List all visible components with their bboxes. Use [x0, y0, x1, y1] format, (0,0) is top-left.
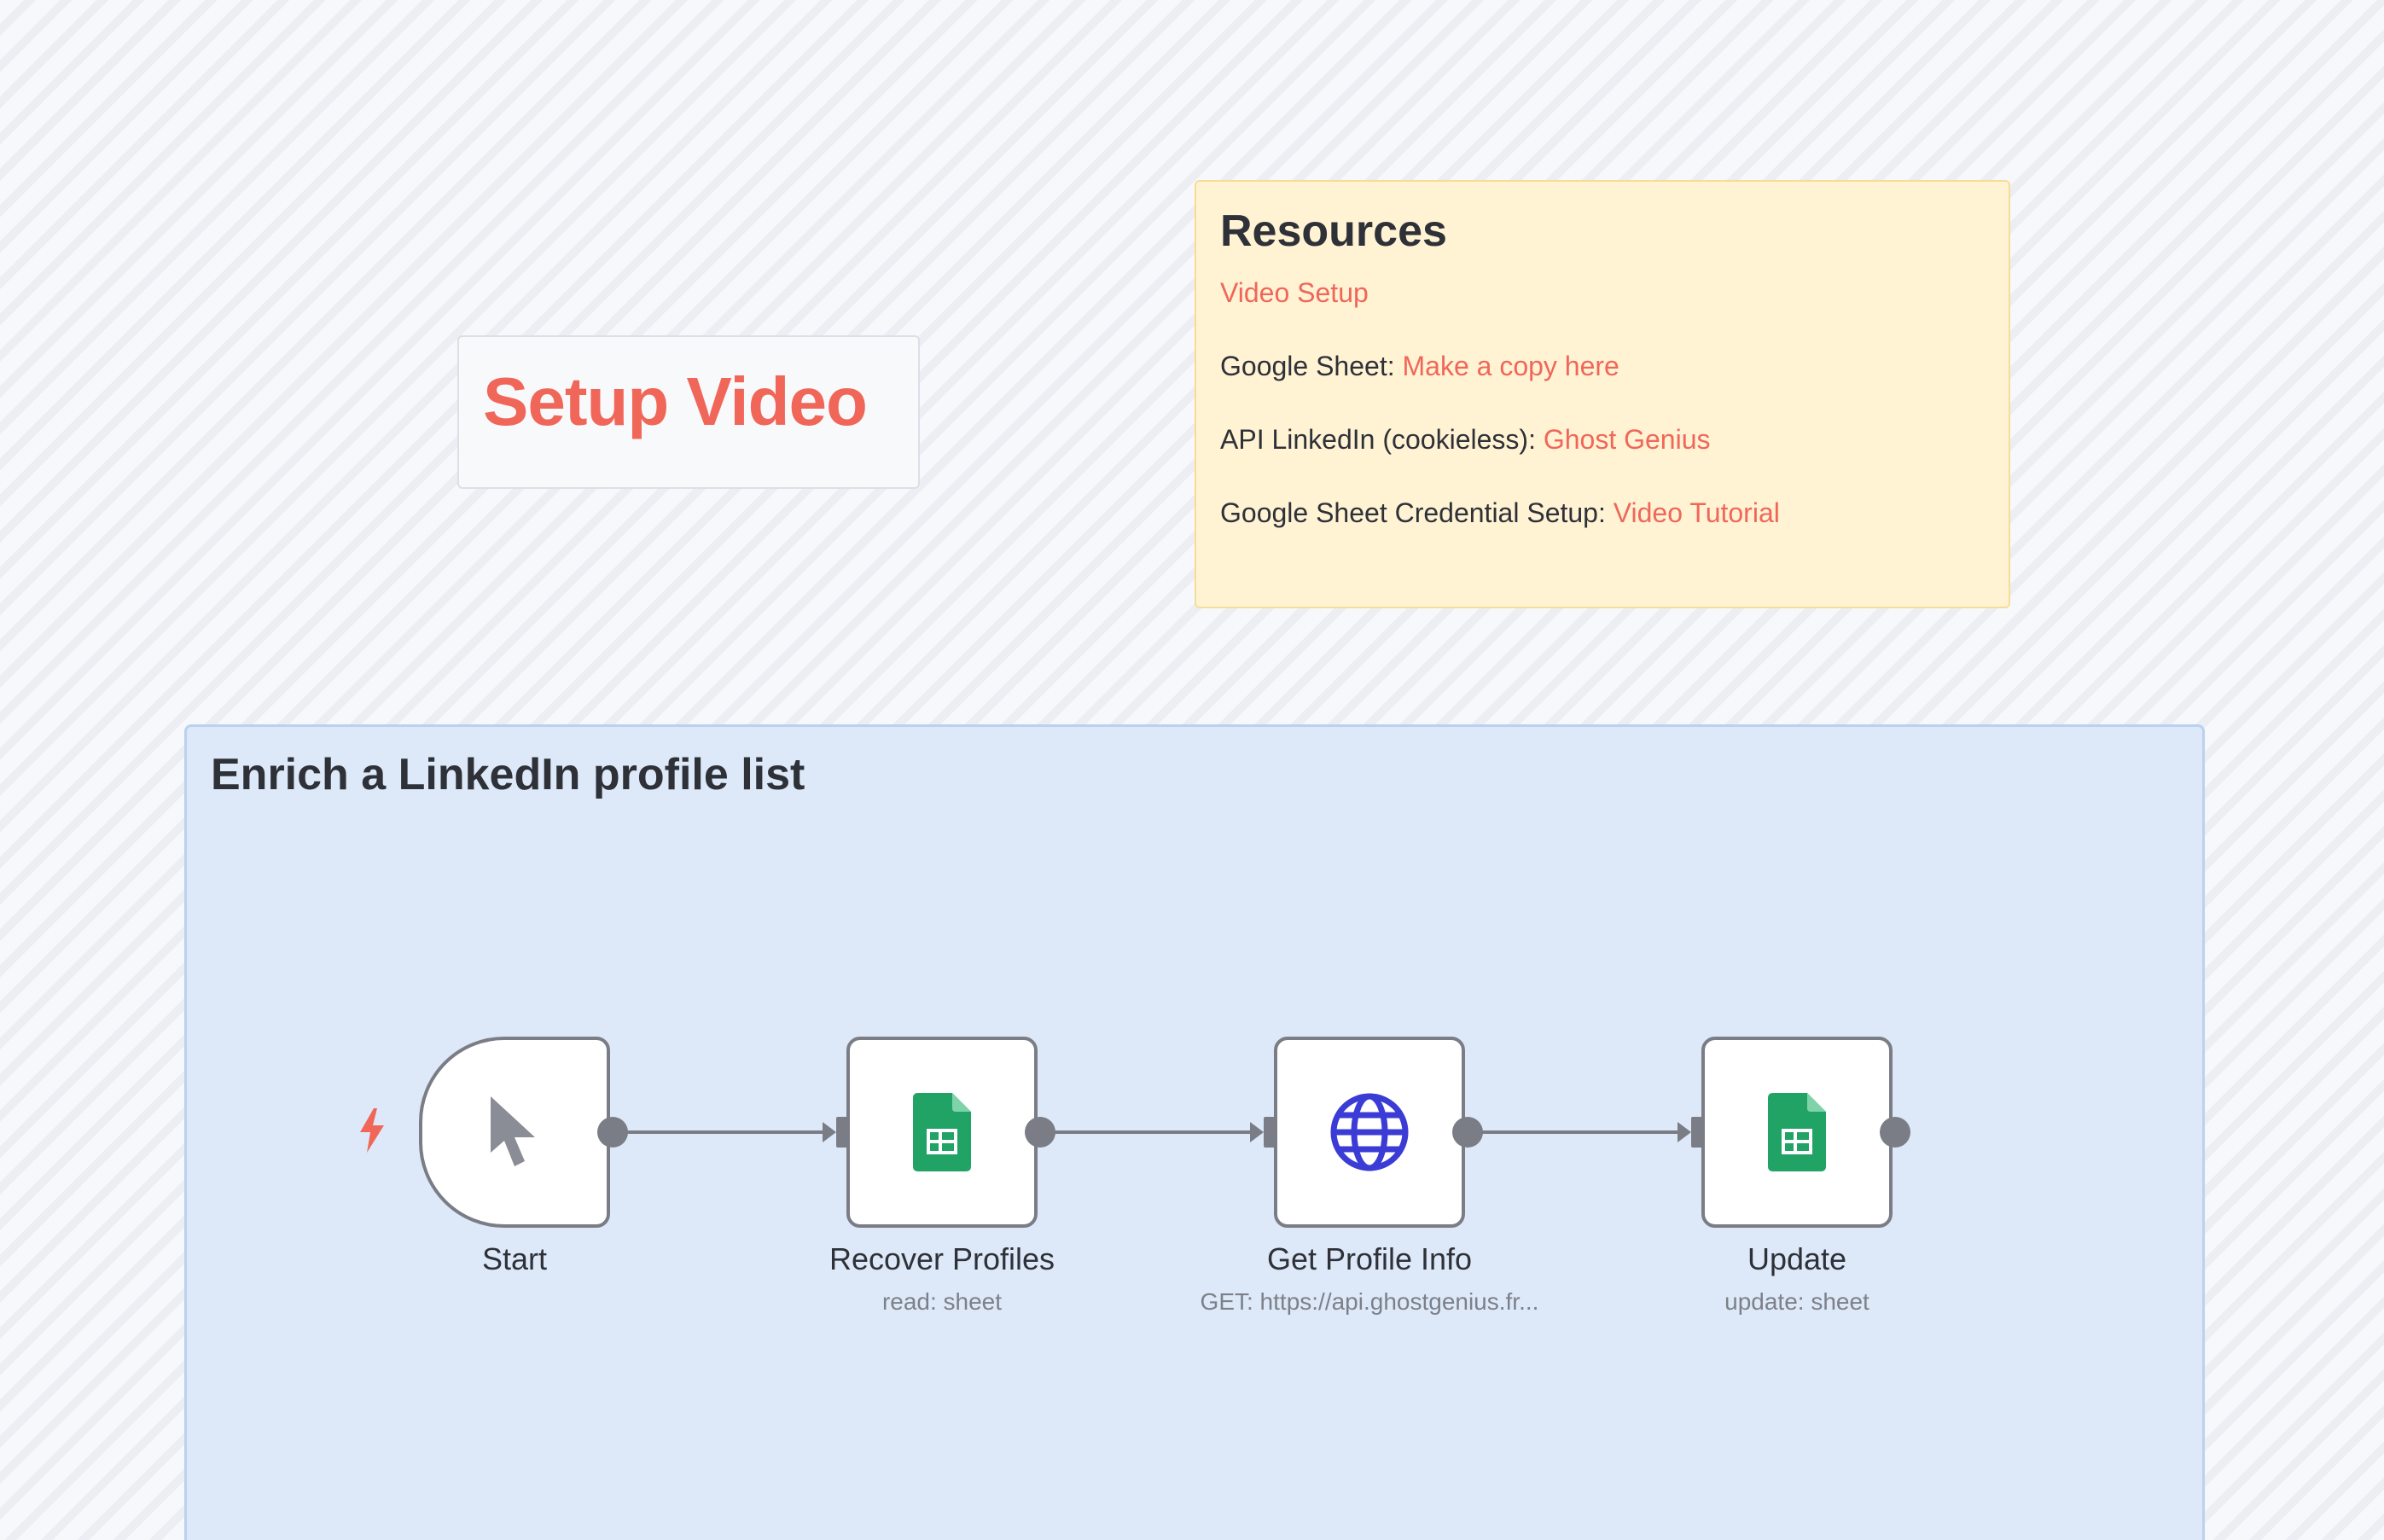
node-update[interactable] — [1701, 1037, 1893, 1228]
make-copy-link[interactable]: Make a copy here — [1402, 351, 1619, 381]
google-sheets-icon — [913, 1093, 971, 1171]
node-update-output-handle[interactable] — [1880, 1117, 1910, 1148]
node-start[interactable] — [419, 1037, 610, 1228]
node-getinfo-output-handle[interactable] — [1452, 1117, 1483, 1148]
resources-sticky[interactable]: Resources Video Setup Google Sheet: Make… — [1195, 180, 2010, 608]
setup-video-link[interactable]: Setup Video — [483, 363, 868, 441]
setup-video-sticky[interactable]: Setup Video — [457, 335, 920, 489]
video-setup-link[interactable]: Video Setup — [1220, 277, 1369, 308]
google-sheet-label: Google Sheet: — [1220, 351, 1403, 381]
api-linkedin-label: API LinkedIn (cookieless): — [1220, 424, 1544, 455]
group-title: Enrich a LinkedIn profile list — [211, 750, 805, 799]
cursor-icon — [491, 1096, 535, 1166]
credential-setup-line: Google Sheet Credential Setup: Video Tut… — [1220, 497, 1780, 529]
google-sheet-line: Google Sheet: Make a copy here — [1220, 351, 1619, 382]
ghost-genius-link[interactable]: Ghost Genius — [1544, 424, 1711, 455]
node-start-output-handle[interactable] — [597, 1117, 628, 1148]
node-update-subtitle: update: sheet — [1724, 1288, 1869, 1315]
node-recover-profiles[interactable] — [846, 1037, 1038, 1228]
video-setup-line: Video Setup — [1220, 277, 1369, 309]
globe-icon — [1330, 1093, 1409, 1171]
node-get-profile-info[interactable] — [1274, 1037, 1465, 1228]
resources-title: Resources — [1220, 206, 1447, 256]
node-recover-output-handle[interactable] — [1025, 1117, 1055, 1148]
api-linkedin-line: API LinkedIn (cookieless): Ghost Genius — [1220, 424, 1711, 456]
credential-setup-label: Google Sheet Credential Setup: — [1220, 497, 1614, 528]
video-tutorial-link[interactable]: Video Tutorial — [1614, 497, 1780, 528]
node-update-label: Update — [1747, 1241, 1847, 1276]
google-sheets-icon — [1768, 1093, 1826, 1171]
trigger-bolt-icon — [360, 1108, 384, 1153]
